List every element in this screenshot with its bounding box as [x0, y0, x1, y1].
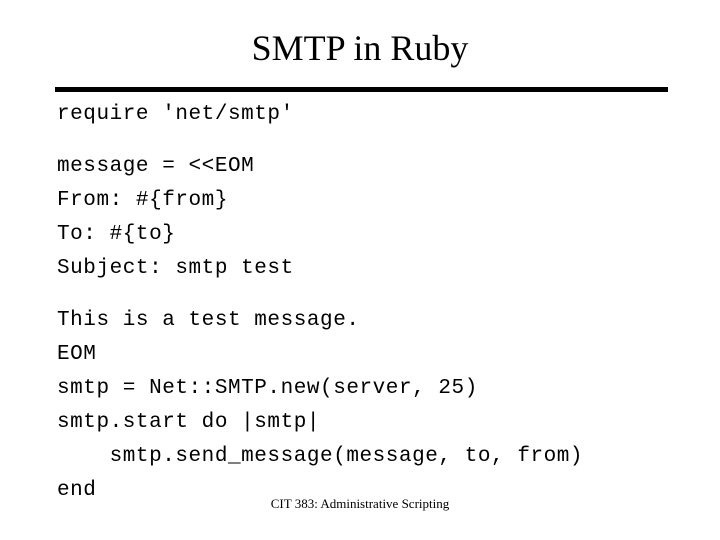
code-block: require 'net/smtp' message = <<EOM From: #… [57, 98, 697, 508]
code-line: require 'net/smtp' [57, 103, 294, 126]
slide-footer: CIT 383: Administrative Scripting [270, 496, 450, 511]
code-line: EOM [57, 343, 97, 366]
code-line: smtp.start do |smtp| [57, 411, 321, 434]
code-line: To: #{to} [57, 223, 176, 246]
code-line: smtp = Net::SMTP.new(server, 25) [57, 377, 478, 400]
slide: SMTP in Ruby require 'net/smtp' message =… [0, 0, 720, 540]
page-title: SMTP in Ruby [251, 28, 469, 68]
code-line: smtp.send_message(message, to, from) [57, 445, 584, 468]
code-line: Subject: smtp test [57, 257, 294, 280]
code-line: From: #{from} [57, 189, 228, 212]
code-line: message = <<EOM [57, 155, 255, 178]
code-line: This is a test message. [57, 309, 360, 332]
title-divider [55, 87, 668, 92]
